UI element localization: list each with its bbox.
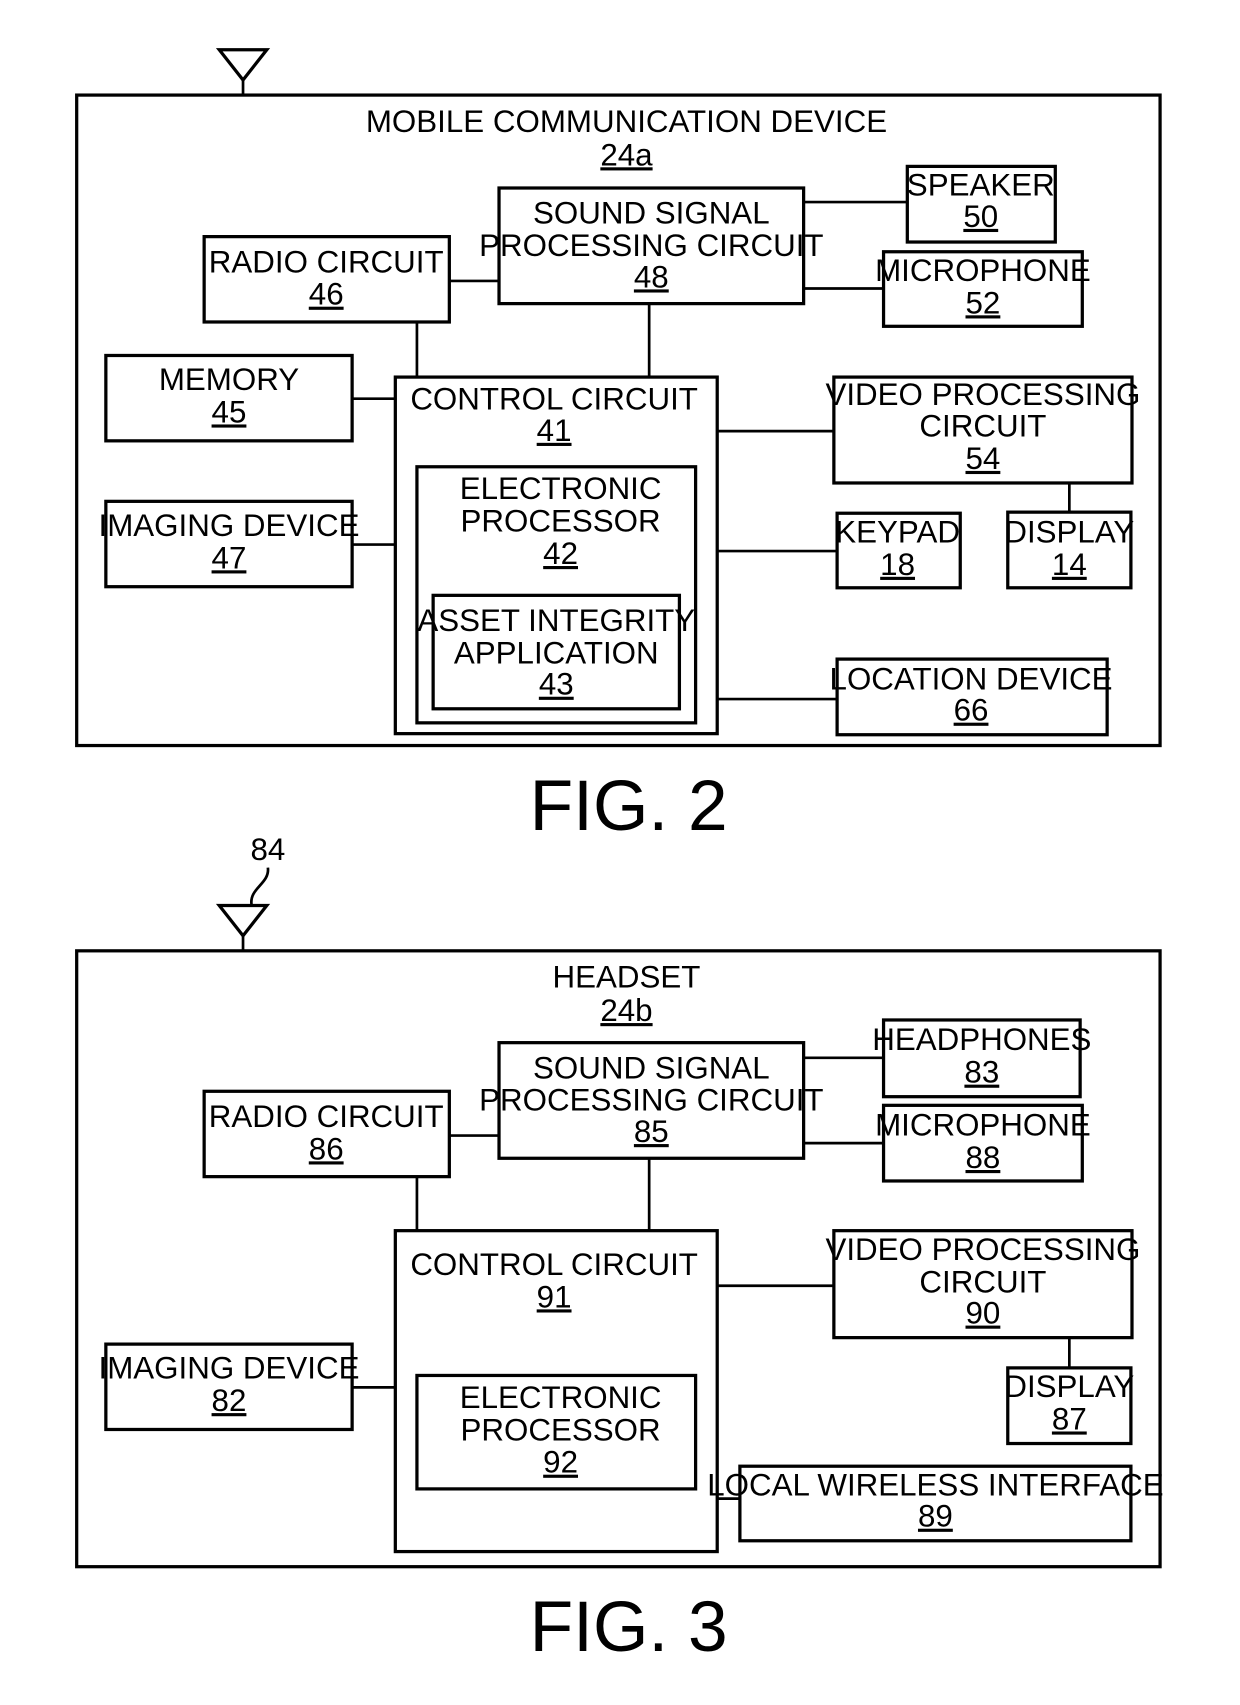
block-label: VIDEO PROCESSING <box>825 377 1140 412</box>
block-label: MICROPHONE <box>875 253 1091 288</box>
block-asset-integrity-application: ASSET INTEGRITY APPLICATION 43 <box>417 593 695 711</box>
block-label: DISPLAY <box>1004 1369 1134 1404</box>
block-imaging-device: IMAGING DEVICE 47 <box>99 499 360 589</box>
block-display: DISPLAY 14 <box>1004 510 1134 590</box>
block-label: PROCESSOR <box>461 504 661 539</box>
block-ref-number: 86 <box>309 1131 344 1166</box>
block-ref-number: 46 <box>309 277 344 312</box>
block-label: APPLICATION <box>454 635 659 670</box>
block-label: LOCATION DEVICE <box>830 661 1113 696</box>
block-ref-number: 41 <box>537 413 572 448</box>
block-ref-number: 88 <box>966 1140 1001 1175</box>
block-headphones: HEADPHONES 83 <box>872 1018 1091 1099</box>
device-title: MOBILE COMMUNICATION DEVICE <box>366 104 887 139</box>
block-label: KEYPAD <box>835 514 960 549</box>
block-speaker: SPEAKER 50 <box>905 164 1057 244</box>
block-microphone: MICROPHONE 52 <box>875 250 1091 328</box>
block-keypad: KEYPAD 18 <box>835 511 962 590</box>
block-ref-number: 45 <box>212 394 247 429</box>
block-label: IMAGING DEVICE <box>99 1351 360 1386</box>
device-ref: 24a <box>600 137 653 172</box>
block-imaging-device: IMAGING DEVICE 82 <box>99 1342 360 1432</box>
patent-diagram: 44 MOBILE COMMUNICATION DEVICE 24a RADIO… <box>75 48 1164 1667</box>
block-label: MEMORY <box>159 362 299 397</box>
block-label: PROCESSING CIRCUIT <box>479 228 823 263</box>
figure-2: 44 MOBILE COMMUNICATION DEVICE 24a RADIO… <box>75 48 1162 846</box>
block-label: CONTROL CIRCUIT <box>410 381 698 416</box>
block-ref-number: 91 <box>537 1279 572 1314</box>
block-ref-number: 18 <box>880 547 915 582</box>
block-label: PROCESSING CIRCUIT <box>479 1083 823 1118</box>
block-ref-number: 85 <box>634 1114 669 1149</box>
block-ref-number: 90 <box>966 1296 1001 1331</box>
block-label: VIDEO PROCESSING <box>825 1232 1140 1267</box>
block-label: SPEAKER <box>907 168 1055 203</box>
device-title: HEADSET <box>553 960 701 995</box>
figure-caption-2: FIG. 2 <box>530 766 728 846</box>
block-label: CONTROL CIRCUIT <box>410 1247 698 1282</box>
block-ref-number: 92 <box>543 1445 578 1480</box>
figure-caption-3: FIG. 3 <box>530 1587 728 1667</box>
block-ref-number: 14 <box>1052 547 1087 582</box>
block-ref-number: 54 <box>966 441 1001 476</box>
block-local-wireless-interface: LOCAL WIRELESS INTERFACE 89 <box>707 1464 1164 1543</box>
block-label: CIRCUIT <box>919 1264 1046 1299</box>
block-ref-number: 89 <box>918 1499 953 1534</box>
block-ref-number: 66 <box>954 693 989 728</box>
block-ref-number: 87 <box>1052 1401 1087 1436</box>
block-label: PROCESSOR <box>461 1412 661 1447</box>
antenna-icon <box>215 48 271 83</box>
block-location-device: LOCATION DEVICE 66 <box>830 657 1113 737</box>
block-ref-number: 82 <box>212 1383 247 1418</box>
block-label: SOUND SIGNAL <box>533 196 770 231</box>
block-electronic-processor: ELECTRONIC PROCESSOR 92 <box>415 1373 698 1491</box>
block-label: CIRCUIT <box>919 409 1046 444</box>
antenna-icon <box>215 903 271 939</box>
block-sound-signal-processing: SOUND SIGNAL PROCESSING CIRCUIT 85 <box>479 1041 824 1160</box>
block-ref-number: 52 <box>966 285 1001 320</box>
block-radio-circuit: RADIO CIRCUIT 86 <box>202 1089 451 1179</box>
block-label: HEADPHONES <box>872 1022 1091 1057</box>
block-ref-number: 47 <box>212 540 247 575</box>
figure-3: 84 HEADSET 24b RADIO CIRCUIT 86 SOUND SI… <box>75 832 1164 1667</box>
block-label: ASSET INTEGRITY <box>417 603 695 638</box>
block-ref-number: 50 <box>963 199 998 234</box>
block-label: SOUND SIGNAL <box>533 1050 770 1085</box>
block-video-processing: VIDEO PROCESSING CIRCUIT 90 <box>825 1229 1140 1340</box>
block-sound-signal-processing: SOUND SIGNAL PROCESSING CIRCUIT 48 <box>479 186 824 306</box>
block-label: LOCAL WIRELESS INTERFACE <box>707 1467 1163 1502</box>
block-microphone: MICROPHONE 88 <box>875 1103 1091 1183</box>
block-ref-number: 42 <box>543 536 578 571</box>
block-ref-number: 83 <box>964 1055 999 1090</box>
block-ref-number: 48 <box>634 259 669 294</box>
block-label: RADIO CIRCUIT <box>209 244 444 279</box>
leader-84 <box>250 867 270 906</box>
block-ref-number: 43 <box>539 667 574 702</box>
block-radio-circuit: RADIO CIRCUIT 46 <box>202 235 451 324</box>
device-ref: 24b <box>600 993 652 1028</box>
block-label: RADIO CIRCUIT <box>209 1099 444 1134</box>
block-label: MICROPHONE <box>875 1108 1091 1143</box>
block-label: DISPLAY <box>1004 514 1134 549</box>
block-label: ELECTRONIC <box>460 471 662 506</box>
block-video-processing: VIDEO PROCESSING CIRCUIT 54 <box>825 375 1140 485</box>
block-display: DISPLAY 87 <box>1004 1366 1134 1446</box>
block-memory: MEMORY 45 <box>104 353 354 443</box>
block-label: IMAGING DEVICE <box>99 508 360 543</box>
antenna-ref-84: 84 <box>250 832 285 867</box>
block-label: ELECTRONIC <box>460 1380 662 1415</box>
